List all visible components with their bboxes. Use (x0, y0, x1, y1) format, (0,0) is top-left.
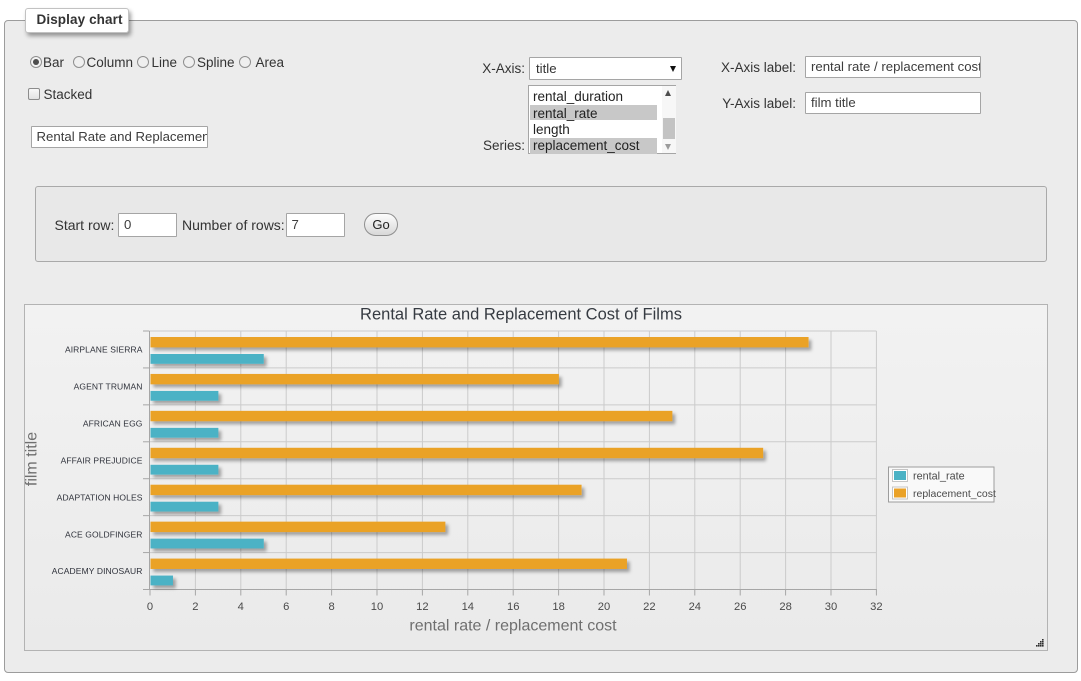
svg-text:0: 0 (147, 601, 153, 613)
svg-text:18: 18 (552, 601, 564, 613)
svg-text:2: 2 (192, 601, 198, 613)
svg-text:Rental Rate and Replacement Co: Rental Rate and Replacement Cost of Film… (360, 306, 682, 324)
svg-text:AIRPLANE SIERRA: AIRPLANE SIERRA (65, 345, 143, 355)
svg-text:rental rate / replacement cost: rental rate / replacement cost (409, 618, 617, 635)
svg-text:14: 14 (462, 601, 474, 613)
svg-text:6: 6 (283, 601, 289, 613)
svg-text:24: 24 (689, 601, 701, 613)
svg-text:12: 12 (416, 601, 428, 613)
svg-text:8: 8 (328, 601, 334, 613)
svg-text:film title: film title (25, 432, 41, 486)
svg-text:AFFAIR PREJUDICE: AFFAIR PREJUDICE (61, 455, 143, 465)
svg-text:26: 26 (734, 601, 746, 613)
svg-text:ACE GOLDFINGER: ACE GOLDFINGER (65, 529, 142, 539)
svg-text:22: 22 (643, 601, 655, 613)
svg-text:28: 28 (779, 601, 791, 613)
svg-text:replacement_cost: replacement_cost (913, 488, 996, 500)
svg-text:ACADEMY DINOSAUR: ACADEMY DINOSAUR (52, 566, 143, 576)
svg-text:32: 32 (870, 601, 882, 613)
svg-text:ADAPTATION HOLES: ADAPTATION HOLES (57, 492, 143, 502)
svg-text:20: 20 (598, 601, 610, 613)
svg-text:rental_rate: rental_rate (913, 471, 965, 483)
svg-text:AFRICAN EGG: AFRICAN EGG (83, 419, 143, 429)
svg-text:4: 4 (238, 601, 244, 613)
svg-text:16: 16 (507, 601, 519, 613)
svg-text:AGENT TRUMAN: AGENT TRUMAN (74, 382, 143, 392)
svg-text:10: 10 (371, 601, 383, 613)
svg-text:30: 30 (825, 601, 837, 613)
